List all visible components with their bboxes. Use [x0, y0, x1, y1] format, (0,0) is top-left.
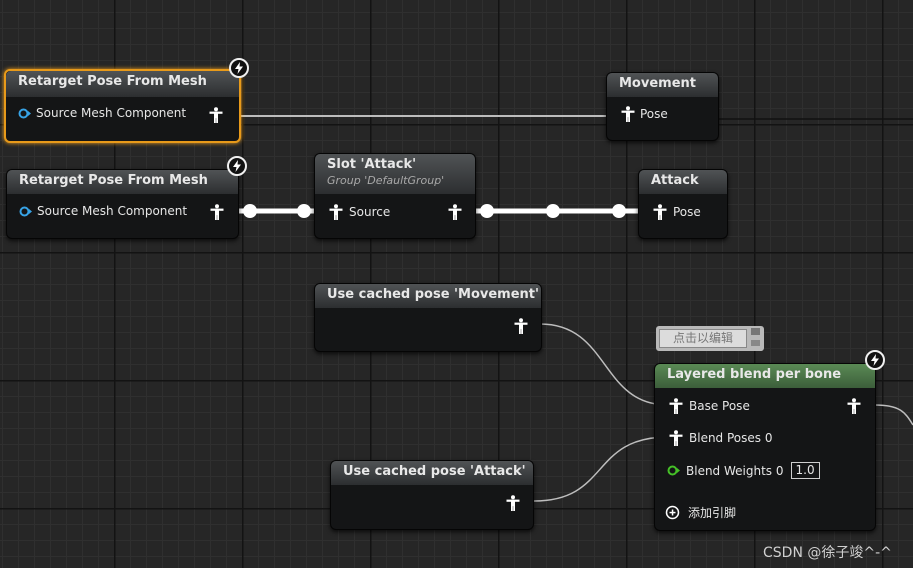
pin-label: Base Pose	[689, 399, 750, 413]
source-mesh-pin[interactable]: Source Mesh Component	[19, 204, 187, 218]
add-pin-label: 添加引脚	[688, 506, 737, 520]
movement-node[interactable]: Movement Pose	[606, 72, 719, 141]
pose-person-icon[interactable]	[653, 204, 667, 220]
node-title: Use cached pose 'Attack'	[343, 464, 526, 479]
lightning-icon[interactable]	[227, 156, 247, 176]
pose-person-icon[interactable]	[669, 430, 683, 446]
pin-label: Blend Weights 0	[686, 463, 784, 478]
node-header: Use cached pose 'Movement'	[315, 284, 541, 308]
source-input-pin[interactable]: Source	[329, 204, 390, 220]
pose-person-icon[interactable]	[621, 106, 635, 122]
lightning-icon[interactable]	[865, 350, 885, 370]
blend-weights-pin[interactable]: Blend Weights 0 1.0	[667, 462, 820, 479]
object-pin-icon[interactable]	[19, 206, 32, 217]
node-subtitle: Group 'DefaultGroup'	[327, 174, 445, 187]
node-title: Slot 'Attack'	[327, 157, 417, 172]
comment-bubble[interactable]: 点击以编辑	[656, 326, 764, 351]
pose-person-icon[interactable]	[329, 204, 343, 220]
node-header: Retarget Pose From Mesh	[6, 71, 239, 97]
object-pin-icon[interactable]	[18, 108, 31, 119]
node-title: Use cached pose 'Movement'	[327, 287, 539, 302]
pose-input-pin[interactable]: Pose	[653, 204, 701, 220]
pin-label: Pose	[673, 205, 701, 219]
pose-person-icon[interactable]	[669, 398, 683, 414]
node-title: Attack	[651, 173, 699, 188]
add-pin-button[interactable]: 添加引脚	[665, 504, 736, 521]
slot-attack-node[interactable]: Slot 'Attack' Group 'DefaultGroup' Sourc…	[314, 153, 476, 239]
layered-blend-node[interactable]: Layered blend per bone Base Pose Blend P…	[654, 350, 885, 531]
float-pin-icon[interactable]	[667, 465, 680, 476]
pose-person-icon[interactable]	[448, 204, 462, 220]
pin-label: Source Mesh Component	[37, 204, 188, 218]
retarget-pose-node-2[interactable]: Retarget Pose From Mesh Source Mesh Comp…	[6, 156, 247, 239]
cached-pose-attack-node[interactable]: Use cached pose 'Attack'	[330, 460, 534, 530]
watermark: CSDN @徐子竣^-^	[763, 545, 892, 561]
base-pose-pin[interactable]: Base Pose	[669, 398, 750, 414]
pose-person-icon[interactable]	[506, 495, 520, 511]
pin-label: Blend Poses 0	[689, 431, 773, 445]
retarget-pose-node-1[interactable]: Retarget Pose From Mesh Source Mesh Comp…	[4, 58, 249, 143]
node-title: Retarget Pose From Mesh	[18, 74, 207, 89]
pose-person-icon[interactable]	[210, 204, 224, 220]
node-header: Attack	[639, 170, 727, 194]
node-header: Movement	[607, 73, 718, 97]
cached-pose-movement-node[interactable]: Use cached pose 'Movement'	[314, 283, 542, 352]
blend-poses-pin[interactable]: Blend Poses 0	[669, 430, 772, 446]
blend-weight-input[interactable]: 1.0	[790, 462, 820, 479]
pose-person-icon[interactable]	[847, 398, 861, 414]
pin-label: Source Mesh Component	[36, 106, 187, 120]
node-header: Retarget Pose From Mesh	[7, 170, 238, 194]
pin-label: Source	[349, 205, 391, 219]
node-header: Layered blend per bone	[655, 364, 875, 388]
pose-input-pin[interactable]: Pose	[621, 106, 668, 122]
pin-comment-icon[interactable]	[750, 327, 762, 349]
node-title: Layered blend per bone	[667, 367, 842, 382]
attack-node[interactable]: Attack Pose	[638, 169, 728, 239]
pin-label: Pose	[640, 107, 668, 121]
lightning-icon[interactable]	[229, 58, 249, 78]
node-title: Movement	[619, 76, 696, 91]
node-header: Use cached pose 'Attack'	[331, 461, 533, 485]
node-title: Retarget Pose From Mesh	[19, 173, 208, 188]
comment-text[interactable]: 点击以编辑	[659, 329, 747, 348]
pose-person-icon[interactable]	[209, 107, 223, 123]
pose-person-icon[interactable]	[514, 318, 528, 334]
add-pin-icon[interactable]	[665, 505, 680, 520]
node-header: Slot 'Attack' Group 'DefaultGroup'	[315, 154, 475, 194]
source-mesh-pin[interactable]: Source Mesh Component	[18, 106, 186, 120]
